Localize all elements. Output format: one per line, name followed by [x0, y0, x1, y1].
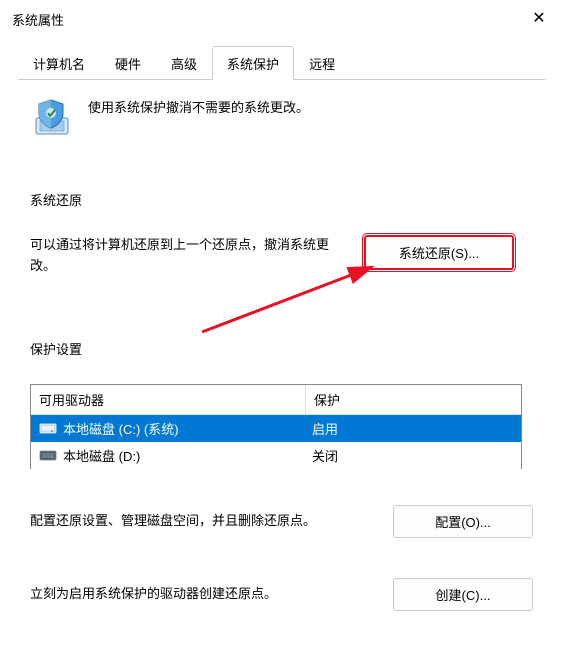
tab-system-protection[interactable]: 系统保护 [212, 46, 294, 80]
intro-text: 使用系统保护撤消不需要的系统更改。 [88, 96, 309, 118]
shield-icon [30, 96, 72, 138]
create-row: 立刻为启用系统保护的驱动器创建还原点。 创建(C)... [30, 578, 533, 611]
window-title: 系统属性 [12, 10, 64, 29]
drive-status: 关闭 [312, 446, 513, 465]
drive-name: 本地磁盘 (C:) (系统) [63, 419, 179, 438]
drive-table: 可用驱动器 保护 本地磁盘 (C:) (系统) 启用 [30, 384, 522, 469]
drive-icon [39, 448, 57, 462]
system-restore-button[interactable]: 系统还原(S)... [364, 235, 514, 270]
tab-panel-system-protection: 使用系统保护撤消不需要的系统更改。 系统还原 可以通过将计算机还原到上一个还原点… [18, 80, 545, 611]
column-header-drive[interactable]: 可用驱动器 [31, 385, 306, 415]
config-description: 配置还原设置、管理磁盘空间，并且删除还原点。 [30, 511, 369, 531]
restore-description: 可以通过将计算机还原到上一个还原点，撤消系统更改。 [30, 235, 340, 277]
configure-button[interactable]: 配置(O)... [393, 505, 533, 538]
tab-hardware[interactable]: 硬件 [100, 46, 156, 79]
dialog-content: 计算机名 硬件 高级 系统保护 远程 使用系统保护撤消不需要的系统更改。 系统还… [0, 38, 563, 611]
close-icon[interactable]: ✕ [529, 9, 549, 29]
titlebar: 系统属性 ✕ [0, 0, 563, 38]
tab-remote[interactable]: 远程 [294, 46, 350, 79]
drive-status: 启用 [312, 419, 513, 438]
create-description: 立刻为启用系统保护的驱动器创建还原点。 [30, 584, 369, 604]
tab-advanced[interactable]: 高级 [156, 46, 212, 79]
table-row[interactable]: 本地磁盘 (C:) (系统) 启用 [31, 415, 521, 442]
section-heading-restore: 系统还原 [30, 190, 533, 209]
table-header: 可用驱动器 保护 [31, 385, 521, 415]
drive-icon [39, 421, 57, 435]
intro-row: 使用系统保护撤消不需要的系统更改。 [30, 96, 533, 138]
column-header-status[interactable]: 保护 [306, 385, 521, 415]
tab-computer-name[interactable]: 计算机名 [18, 46, 100, 79]
create-button[interactable]: 创建(C)... [393, 578, 533, 611]
drive-name: 本地磁盘 (D:) [63, 446, 140, 465]
table-row[interactable]: 本地磁盘 (D:) 关闭 [31, 442, 521, 469]
config-row: 配置还原设置、管理磁盘空间，并且删除还原点。 配置(O)... [30, 505, 533, 538]
tab-strip: 计算机名 硬件 高级 系统保护 远程 [18, 46, 545, 80]
restore-row: 可以通过将计算机还原到上一个还原点，撤消系统更改。 系统还原(S)... [30, 235, 533, 277]
section-heading-settings: 保护设置 [30, 339, 533, 358]
